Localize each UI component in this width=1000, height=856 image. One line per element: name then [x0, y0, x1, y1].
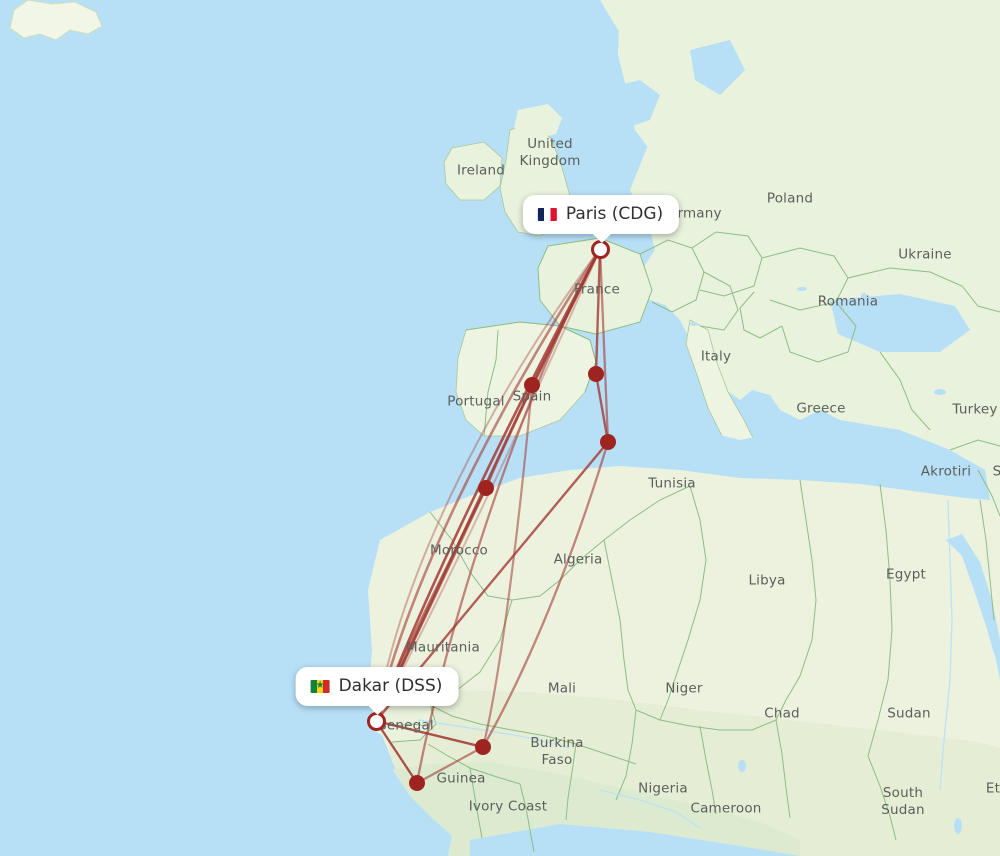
- waypoint-algiers[interactable]: [600, 434, 616, 450]
- tooltip-cdg[interactable]: Paris (CDG): [522, 195, 680, 243]
- waypoint-casablanca[interactable]: [478, 480, 494, 496]
- flag-sn-icon: ★: [310, 679, 330, 693]
- route-conakry-bamako[interactable]: [415, 745, 485, 785]
- senegal-star-icon: ★: [315, 680, 325, 691]
- waypoint-conakry[interactable]: [409, 775, 425, 791]
- tooltip-label-dss: Dakar (DSS): [338, 676, 443, 696]
- tooltip-label-cdg: Paris (CDG): [565, 204, 664, 224]
- flag-fr-icon: [537, 207, 557, 221]
- waypoint-madrid[interactable]: [524, 377, 540, 393]
- waypoint-bamako[interactable]: [475, 739, 491, 755]
- route-lines-layer: [374, 247, 610, 787]
- flight-route-map[interactable]: Ireland United Kingdom France Germany Poland…: [0, 0, 1000, 856]
- tooltip-dss[interactable]: ★ Dakar (DSS): [295, 667, 459, 715]
- waypoint-barcelona[interactable]: [588, 366, 604, 382]
